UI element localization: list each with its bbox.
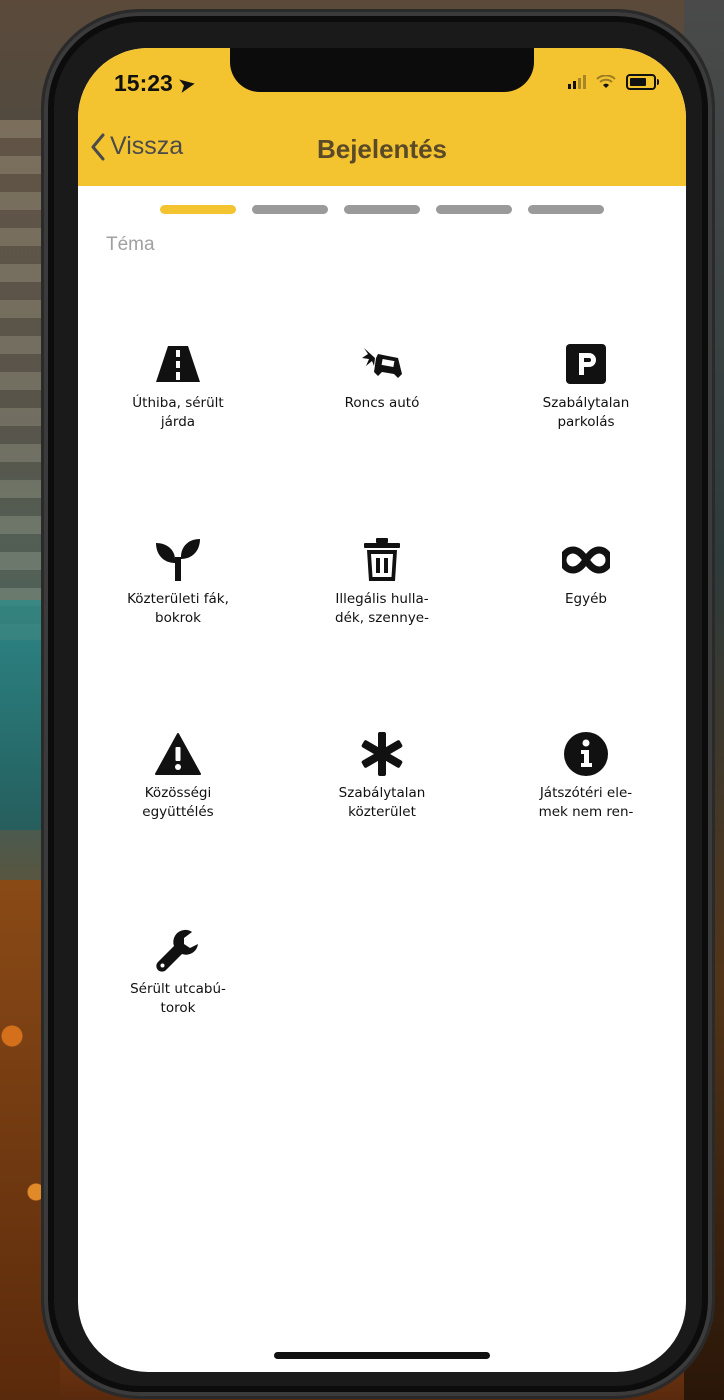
category-street-furniture[interactable]: Sérült utcabú- torok	[78, 926, 278, 1018]
app-screen: 15:23 ➤ Vissza Bejelentés Téma Úthiba, s…	[78, 48, 686, 1372]
phone-notch	[230, 48, 534, 92]
category-playground[interactable]: Játszótéri ele- mek nem ren-	[486, 730, 686, 822]
progress-step-2	[252, 205, 328, 214]
wrench-icon	[154, 926, 202, 974]
category-label: Illegális hulla- dék, szennye-	[335, 591, 429, 626]
app-header: 15:23 ➤ Vissza Bejelentés	[78, 48, 686, 186]
category-label: Szabálytalan parkolás	[542, 395, 630, 430]
seedling-icon	[154, 536, 202, 584]
category-wrecked-car[interactable]: Roncs autó	[282, 340, 482, 413]
wifi-icon	[596, 75, 616, 88]
progress-step-3	[344, 205, 420, 214]
category-label: Játszótéri ele- mek nem ren-	[538, 785, 634, 820]
category-label: Úthiba, sérült járda	[132, 395, 224, 430]
progress-step-5	[528, 205, 604, 214]
parking-icon	[562, 340, 610, 388]
category-label: Közterületi fák, bokrok	[127, 591, 229, 626]
category-label: Roncs autó	[344, 395, 420, 411]
category-road-damage[interactable]: Úthiba, sérült járda	[78, 340, 278, 432]
trash-icon	[358, 536, 406, 584]
category-label: Sérült utcabú- torok	[130, 981, 226, 1016]
section-label: Téma	[106, 234, 155, 255]
category-irregular-public-space[interactable]: Szabálytalan közterület	[282, 730, 482, 822]
progress-step-4	[436, 205, 512, 214]
status-icons	[568, 74, 659, 90]
signal-icon	[568, 75, 586, 89]
warning-icon	[154, 730, 202, 778]
page-title: Bejelentés	[316, 134, 448, 164]
battery-icon	[626, 74, 659, 90]
home-indicator[interactable]	[274, 1352, 490, 1359]
car-crash-icon	[358, 340, 406, 388]
road-icon	[154, 340, 202, 388]
category-community[interactable]: Közösségi együttélés	[78, 730, 278, 822]
infinity-icon	[562, 536, 610, 584]
progress-step-1	[160, 205, 236, 214]
category-other[interactable]: Egyéb	[486, 536, 686, 609]
location-arrow-icon: ➤	[177, 73, 197, 98]
info-icon	[562, 730, 610, 778]
category-illegal-parking[interactable]: Szabálytalan parkolás	[486, 340, 686, 432]
category-label: Szabálytalan közterület	[338, 785, 426, 820]
status-time: 15:23 ➤	[114, 70, 197, 98]
progress-steps	[160, 205, 604, 214]
category-trees-bushes[interactable]: Közterületi fák, bokrok	[78, 536, 278, 628]
category-label: Egyéb	[565, 591, 607, 607]
asterisk-icon	[358, 730, 406, 778]
category-label: Közösségi együttélés	[142, 785, 214, 820]
category-illegal-waste[interactable]: Illegális hulla- dék, szennye-	[282, 536, 482, 628]
status-time-text: 15:23	[114, 70, 173, 96]
